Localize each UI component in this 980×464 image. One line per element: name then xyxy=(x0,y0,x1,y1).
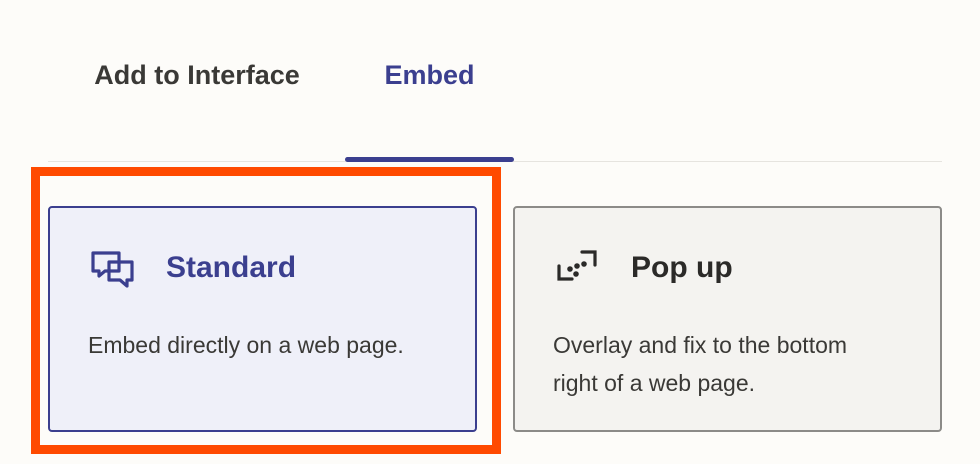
tab-embed[interactable]: Embed xyxy=(345,0,514,162)
popup-dots-icon xyxy=(557,250,597,281)
tab-label: Add to Interface xyxy=(94,60,300,90)
card-title: Standard xyxy=(166,251,297,284)
active-tab-indicator xyxy=(345,157,514,162)
tab-add-to-interface[interactable]: Add to Interface xyxy=(84,0,310,161)
embed-options-panel: Add to Interface Embed Standard Embed di… xyxy=(0,0,980,464)
option-card-popup[interactable]: Pop up Overlay and fix to the bottom rig… xyxy=(513,206,942,432)
chat-bubbles-icon xyxy=(91,251,134,288)
option-card-standard[interactable]: Standard Embed directly on a web page. xyxy=(48,206,477,432)
card-title: Pop up xyxy=(631,251,733,284)
card-description: Embed directly on a web page. xyxy=(88,332,404,358)
tab-bar: Add to Interface Embed xyxy=(48,0,942,162)
card-description: Overlay and fix to the bottom right of a… xyxy=(553,332,848,396)
tab-label: Embed xyxy=(384,60,475,90)
